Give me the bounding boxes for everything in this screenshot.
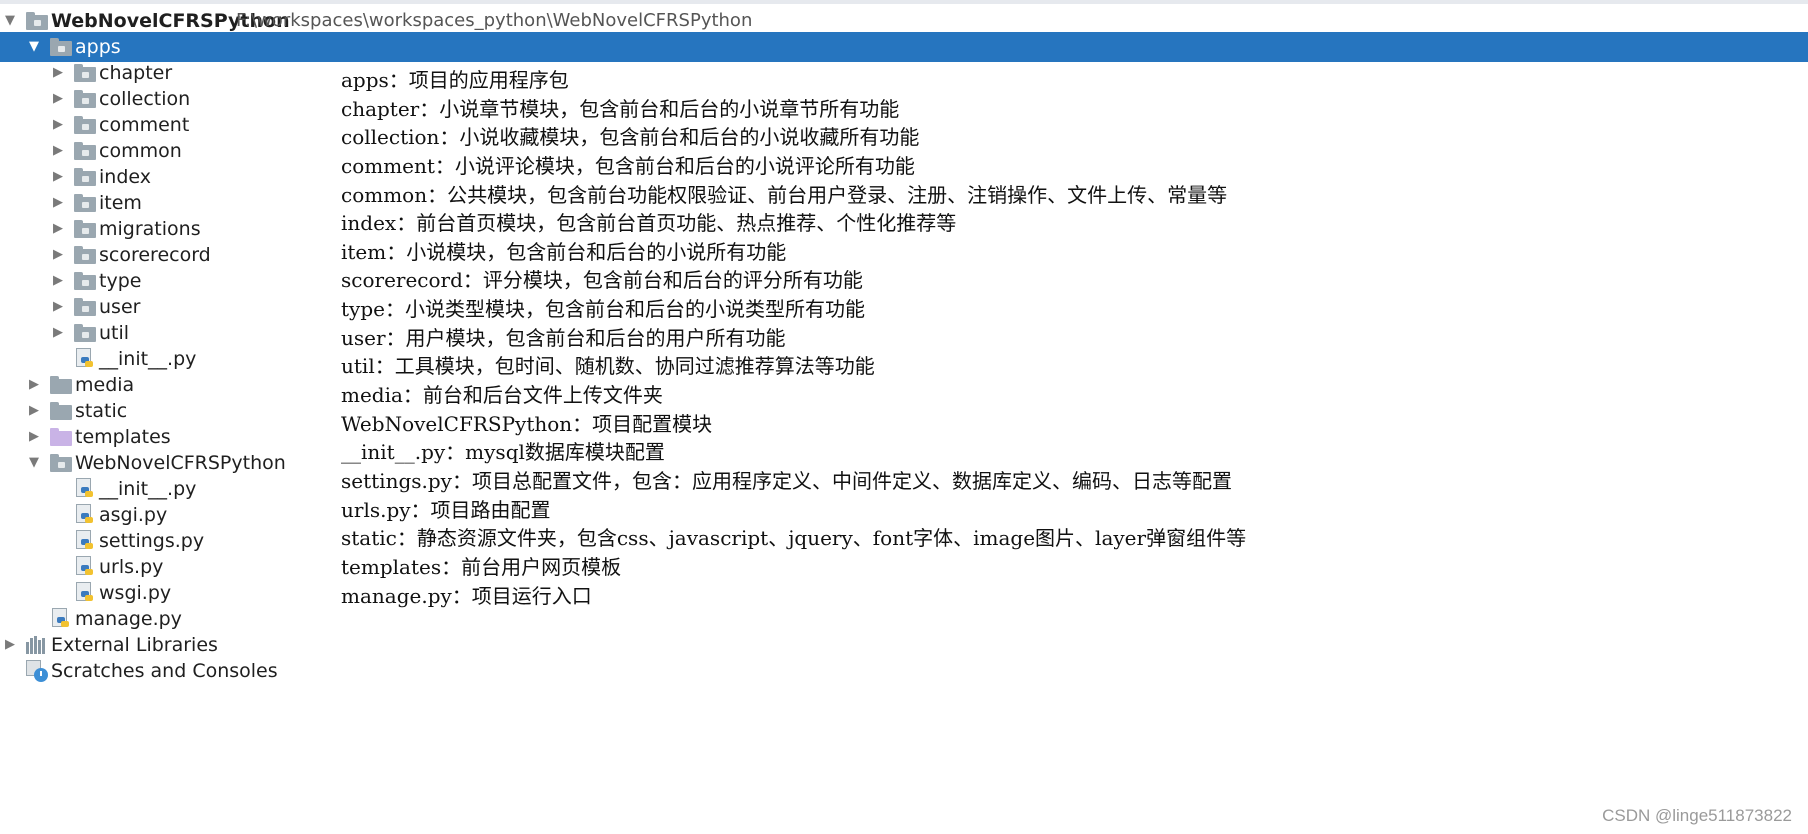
folder-icon	[50, 428, 72, 446]
note-item: item：小说模块，包含前台和后台的小说所有功能	[341, 239, 787, 264]
folder-icon	[74, 116, 96, 134]
note-manage-py: manage.py：项目运行入口	[341, 583, 592, 608]
note-type: type：小说类型模块，包含前台和后台的小说类型所有功能	[341, 297, 865, 322]
folder-icon	[50, 376, 72, 394]
folder-icon	[50, 38, 72, 56]
chevron-right-icon[interactable]: ▶	[27, 404, 41, 418]
top-border	[0, 0, 1808, 4]
chevron-right-icon[interactable]: ▶	[51, 92, 65, 106]
chevron-right-icon[interactable]: ▶	[3, 638, 17, 652]
note-templates: templates：前台用户网页模板	[341, 554, 622, 579]
module-descriptions: apps：项目的应用程序包 chapter：小说章节模块，包含前台和后台的小说章…	[341, 66, 1421, 610]
folder-icon	[74, 142, 96, 160]
note-collection: collection：小说收藏模块，包含前台和后台的小说收藏所有功能	[341, 125, 920, 150]
chevron-right-icon[interactable]: ▶	[51, 170, 65, 184]
note-init-py: __init__.py：mysql数据库模块配置	[341, 440, 665, 465]
chevron-right-icon[interactable]: ▶	[51, 300, 65, 314]
chevron-down-icon[interactable]: ▼	[27, 456, 41, 470]
library-icon	[26, 636, 46, 654]
note-webnovelcfrspython: WebNovelCFRSPython：项目配置模块	[341, 411, 713, 436]
chevron-right-icon[interactable]: ▶	[27, 378, 41, 392]
folder-icon	[50, 402, 72, 420]
python-file-icon	[74, 530, 94, 552]
python-file-icon	[50, 608, 70, 630]
chevron-down-icon[interactable]: ▼	[27, 40, 41, 54]
folder-icon	[50, 454, 72, 472]
tree-item-label: Scratches and Consoles	[51, 660, 278, 682]
note-apps: apps：项目的应用程序包	[341, 68, 569, 92]
folder-icon	[74, 90, 96, 108]
folder-icon	[74, 298, 96, 316]
chevron-right-icon[interactable]: ▶	[51, 196, 65, 210]
folder-icon	[26, 12, 48, 30]
note-urls-py: urls.py：项目路由配置	[341, 497, 551, 522]
folder-icon	[74, 272, 96, 290]
note-common: common：公共模块，包含前台功能权限验证、前台用户登录、注册、注销操作、文件…	[341, 182, 1228, 207]
note-util: util：工具模块，包时间、随机数、协同过滤推荐算法等功能	[341, 354, 875, 379]
project-tree: ▼ WebNovelCFRSPython F:\workspaces\works…	[0, 6, 1808, 806]
note-settings-py: settings.py：项目总配置文件，包含：应用程序定义、中间件定义、数据库定…	[341, 468, 1232, 493]
note-chapter: chapter：小说章节模块，包含前台和后台的小说章节所有功能	[341, 96, 900, 121]
chevron-down-icon[interactable]: ▼	[3, 14, 17, 28]
folder-icon	[74, 168, 96, 186]
python-file-icon	[74, 556, 94, 578]
note-scorerecord: scorerecord：评分模块，包含前台和后台的评分所有功能	[341, 268, 863, 293]
chevron-right-icon[interactable]: ▶	[51, 222, 65, 236]
python-file-icon	[74, 504, 94, 526]
python-file-icon	[74, 348, 94, 370]
chevron-right-icon[interactable]: ▶	[51, 66, 65, 80]
note-user: user：用户模块，包含前台和后台的用户所有功能	[341, 325, 786, 350]
chevron-right-icon[interactable]: ▶	[51, 274, 65, 288]
folder-icon	[74, 220, 96, 238]
note-media: media：前台和后台文件上传文件夹	[341, 383, 663, 408]
python-file-icon	[74, 478, 94, 500]
chevron-right-icon[interactable]: ▶	[51, 248, 65, 262]
tree-item-scratches-and-consoles[interactable]: Scratches and Consoles	[0, 656, 360, 686]
watermark: CSDN @linge511873822	[1602, 806, 1792, 825]
folder-icon	[74, 194, 96, 212]
folder-icon	[74, 64, 96, 82]
note-index: index：前台首页模块，包含前台首页功能、热点推荐、个性化推荐等	[341, 211, 957, 236]
chevron-right-icon[interactable]: ▶	[51, 326, 65, 340]
chevron-right-icon[interactable]: ▶	[51, 144, 65, 158]
folder-icon	[74, 324, 96, 342]
chevron-right-icon[interactable]: ▶	[27, 430, 41, 444]
note-comment: comment：小说评论模块，包含前台和后台的小说评论所有功能	[341, 153, 915, 178]
python-file-icon	[74, 582, 94, 604]
note-static: static：静态资源文件夹，包含css、javascript、jquery、f…	[341, 526, 1247, 551]
chevron-right-icon[interactable]: ▶	[51, 118, 65, 132]
folder-icon	[74, 246, 96, 264]
scratches-icon	[26, 660, 48, 682]
